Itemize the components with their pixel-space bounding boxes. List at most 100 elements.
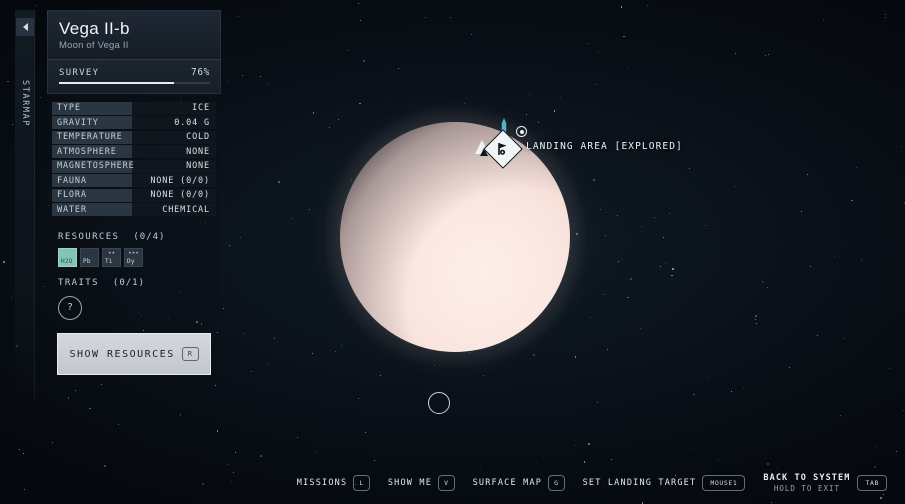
star [142,329,144,331]
hint-label: SURFACE MAP [472,478,543,488]
resource-tile-dy[interactable]: ••• Dy [124,247,143,267]
star [398,67,400,69]
hint-keycap: V [438,475,455,491]
planet-sphere [340,122,570,352]
planet-body[interactable] [324,106,586,368]
show-resources-button[interactable]: SHOW RESOURCES R [57,333,211,375]
star [358,3,360,5]
stat-key: TYPE [52,101,132,115]
star [851,199,853,202]
star [734,52,736,54]
star [588,42,590,44]
back-arrow-icon[interactable] [16,18,34,36]
star [588,443,590,445]
stat-key: GRAVITY [52,116,132,130]
stat-key: FAUNA [52,174,132,188]
resource-glyph: •• [107,249,116,257]
resources-label: RESOURCES [58,231,120,242]
star [620,162,622,164]
table-row: GRAVITY 0.04 G [52,116,216,130]
stat-value: COLD [186,132,210,143]
resources-section: RESOURCES (0/4) H2O Pb •• Ti ••• Dy [47,222,221,267]
star [360,20,362,21]
star [606,348,609,351]
star [610,458,612,460]
star [646,4,648,6]
star [242,332,244,334]
back-to-system-hint[interactable]: BACK TO SYSTEM HOLD TO EXIT TAB [763,473,887,493]
orbit-circle-icon[interactable] [428,392,450,414]
star [653,217,655,219]
star [576,233,578,235]
unknown-trait-icon[interactable]: ? [58,295,82,320]
stat-value: CHEMICAL [162,204,210,215]
star [692,393,695,396]
hint-keycap: L [353,475,370,491]
star [103,465,106,467]
star [223,308,225,310]
hint-label: MISSIONS [296,478,348,488]
star [3,261,5,263]
star [337,118,339,120]
resource-tile-ti[interactable]: •• Ti [102,247,121,267]
hint-set-landing-target[interactable]: SET LANDING TARGET MOUSE1 [583,475,746,491]
table-row: ATMOSPHERE NONE [52,145,216,159]
page-title: Vega II-b [59,19,130,38]
star [18,448,20,450]
survey-block: SURVEY 76% [47,59,221,94]
star [622,35,625,38]
star [536,462,537,464]
hint-surface-map[interactable]: SURFACE MAP G [473,475,565,491]
star [671,274,673,277]
star [364,432,366,434]
hint-label: SET LANDING TARGET [582,478,697,488]
star [359,102,361,105]
star [583,460,586,463]
resource-glyph: ••• [128,249,139,257]
traits-label: TRAITS [58,277,99,288]
star [659,265,662,268]
star [553,110,556,112]
panel-subtitle: Moon of Vega II [59,39,129,51]
resource-tile-pb[interactable]: Pb [80,247,99,267]
resources-heading: RESOURCES (0/4) [58,232,210,242]
stat-value: NONE (0/0) [150,175,210,186]
hint-missions[interactable]: MISSIONS L [297,475,370,491]
hint-show-me[interactable]: SHOW ME V [388,475,455,491]
star [595,83,597,85]
star [226,464,228,466]
star [216,430,219,432]
resource-tile-h2o[interactable]: H2O [58,247,77,267]
planet-info-panel: Vega II-b Moon of Vega II SURVEY 76% TYP… [47,10,221,320]
exit-sub-label: HOLD TO EXIT [773,484,841,493]
star [880,497,882,499]
survey-progress-fill [59,81,174,84]
starmap-label[interactable]: STARMAP [16,44,34,164]
star [743,388,745,390]
star [616,215,618,217]
star [896,451,898,453]
star [227,81,229,83]
star [589,316,591,318]
star [118,424,120,425]
star [817,335,819,337]
star [607,321,609,323]
star [89,407,91,410]
star [373,460,375,462]
star [216,332,218,334]
star [274,338,276,340]
star [574,356,577,358]
star [450,17,452,19]
star [292,217,293,219]
star [12,124,14,126]
star [267,363,269,365]
star [762,281,764,283]
stat-key: ATMOSPHERE [52,145,132,159]
resources-count: (0/4) [133,231,166,242]
star [883,494,885,496]
star [308,208,310,210]
star [259,455,262,457]
star [770,502,772,504]
star [641,502,644,504]
table-row: FLORA NONE (0/0) [52,188,216,202]
